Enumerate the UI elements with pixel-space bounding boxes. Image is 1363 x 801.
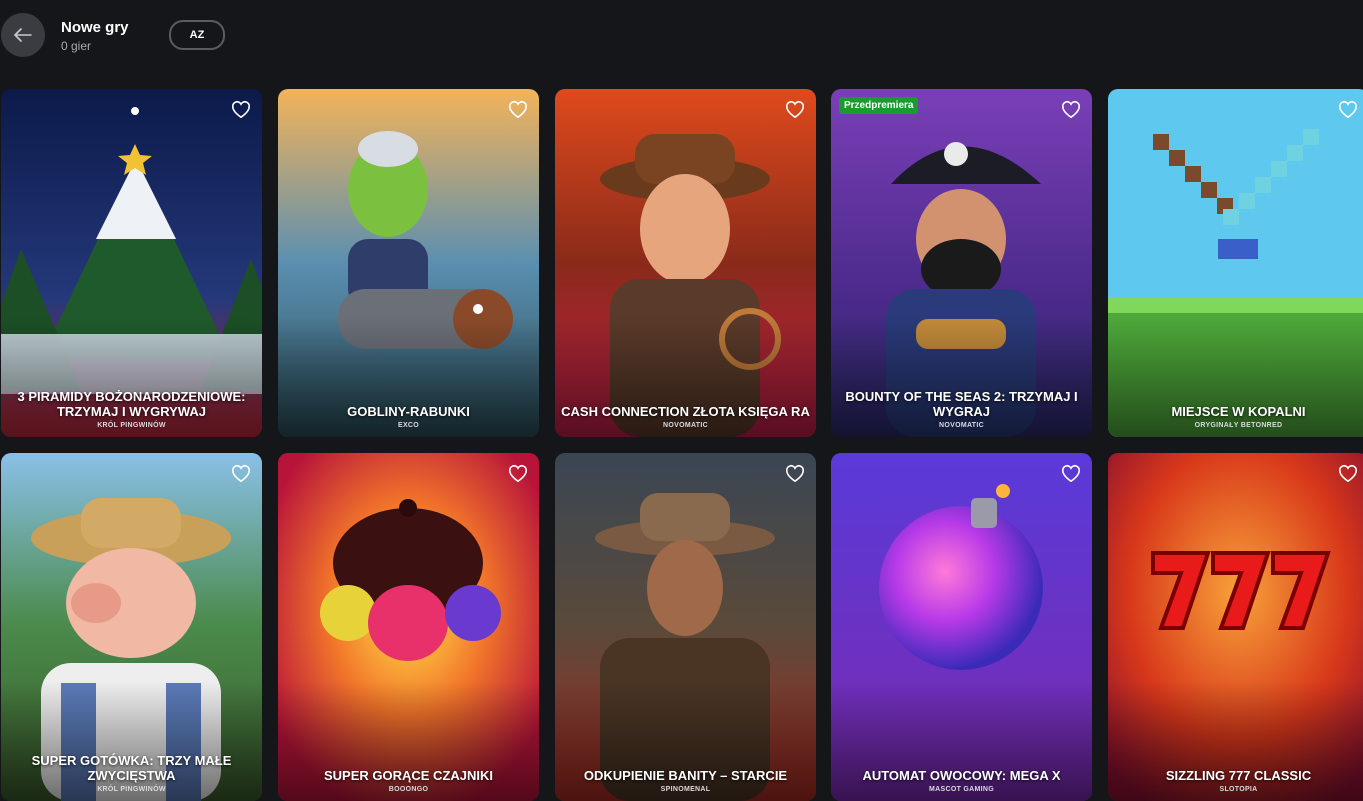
heart-outline-icon[interactable] (507, 463, 529, 483)
heart-outline-icon[interactable] (1337, 99, 1359, 119)
game-provider: KRÓL PINGWINÓW (97, 422, 166, 429)
heart-outline-icon[interactable] (230, 463, 252, 483)
game-card[interactable]: SUPER GORĄCE CZAJNIKI BOOONGO (278, 453, 539, 801)
title-block: Nowe gry 0 gier (61, 19, 129, 53)
game-card[interactable]: AUTOMAT OWOCOWY: MEGA X MASCOT GAMING (831, 453, 1092, 801)
page-title: Nowe gry (61, 19, 129, 36)
game-provider: NOVOMATIC (939, 422, 984, 429)
game-card[interactable]: ODKUPIENIE BANITY – STARCIE SPINOMENAL (555, 453, 816, 801)
game-title: ODKUPIENIE BANITY – STARCIE (583, 768, 788, 783)
game-card[interactable]: Przedpremiera BOUNTY OF THE SEAS 2: TRZY… (831, 89, 1092, 437)
game-card[interactable]: SIZZLING 777 CLASSIC SLOTOPIA (1108, 453, 1363, 801)
page-header: Nowe gry 0 gier AZ (0, 0, 1363, 80)
game-provider: EXCO (397, 422, 420, 429)
card-info: MIEJSCE W KOPALNI ORYGINAŁY BETONRED (1114, 404, 1363, 429)
games-count: 0 gier (61, 39, 92, 53)
heart-outline-icon[interactable] (784, 463, 806, 483)
game-title: SUPER GOTÓWKA: TRZY MAŁE ZWYCIĘSTWA (31, 753, 232, 783)
game-title: AUTOMAT OWOCOWY: MEGA X (862, 768, 1061, 783)
game-title: 3 PIRAMIDY BOŻONARODZENIOWE: TRZYMAJ I W… (17, 389, 246, 419)
game-title: CASH CONNECTION ZŁOTA KSIĘGA RA (561, 404, 810, 419)
card-info: CASH CONNECTION ZŁOTA KSIĘGA RA NOVOMATI… (561, 404, 810, 429)
heart-outline-icon[interactable] (784, 99, 806, 119)
prerelease-badge: Przedpremiera (839, 97, 919, 114)
heart-outline-icon[interactable] (230, 99, 252, 119)
game-provider: MASCOT GAMING (929, 786, 994, 793)
card-info: BOUNTY OF THE SEAS 2: TRZYMAJ I WYGRAJ N… (837, 389, 1086, 429)
card-info: 3 PIRAMIDY BOŻONARODZENIOWE: TRZYMAJ I W… (7, 389, 256, 429)
game-card[interactable]: CASH CONNECTION ZŁOTA KSIĘGA RA NOVOMATI… (555, 89, 816, 437)
game-title: SIZZLING 777 CLASSIC (1165, 768, 1312, 783)
game-provider: KRÓL PINGWINÓW (97, 786, 166, 793)
game-card[interactable]: GOBLINY-RABUNKI EXCO (278, 89, 539, 437)
game-title: MIEJSCE W KOPALNI (1171, 404, 1306, 419)
back-button[interactable] (1, 13, 45, 57)
game-provider: BOOONGO (388, 786, 429, 793)
card-info: SIZZLING 777 CLASSIC SLOTOPIA (1114, 768, 1363, 793)
game-card[interactable]: SUPER GOTÓWKA: TRZY MAŁE ZWYCIĘSTWA KRÓL… (1, 453, 262, 801)
game-title: BOUNTY OF THE SEAS 2: TRZYMAJ I WYGRAJ (845, 389, 1078, 419)
card-info: GOBLINY-RABUNKI EXCO (284, 404, 533, 429)
arrow-left-icon (14, 28, 32, 42)
heart-outline-icon[interactable] (1060, 463, 1082, 483)
card-info: ODKUPIENIE BANITY – STARCIE SPINOMENAL (561, 768, 810, 793)
game-title: SUPER GORĄCE CZAJNIKI (323, 768, 494, 783)
heart-outline-icon[interactable] (1060, 99, 1082, 119)
game-title: GOBLINY-RABUNKI (347, 404, 470, 419)
card-info: SUPER GOTÓWKA: TRZY MAŁE ZWYCIĘSTWA KRÓL… (7, 753, 256, 793)
heart-outline-icon[interactable] (507, 99, 529, 119)
heart-outline-icon[interactable] (1337, 463, 1359, 483)
game-card[interactable]: 3 PIRAMIDY BOŻONARODZENIOWE: TRZYMAJ I W… (1, 89, 262, 437)
game-provider: SLOTOPIA (1219, 786, 1258, 793)
card-info: AUTOMAT OWOCOWY: MEGA X MASCOT GAMING (837, 768, 1086, 793)
game-card[interactable]: MIEJSCE W KOPALNI ORYGINAŁY BETONRED (1108, 89, 1363, 437)
game-provider: SPINOMENAL (660, 786, 711, 793)
sort-az-button[interactable]: AZ (169, 20, 225, 50)
game-provider: ORYGINAŁY BETONRED (1194, 422, 1283, 429)
card-info: SUPER GORĄCE CZAJNIKI BOOONGO (284, 768, 533, 793)
game-provider: NOVOMATIC (663, 422, 708, 429)
